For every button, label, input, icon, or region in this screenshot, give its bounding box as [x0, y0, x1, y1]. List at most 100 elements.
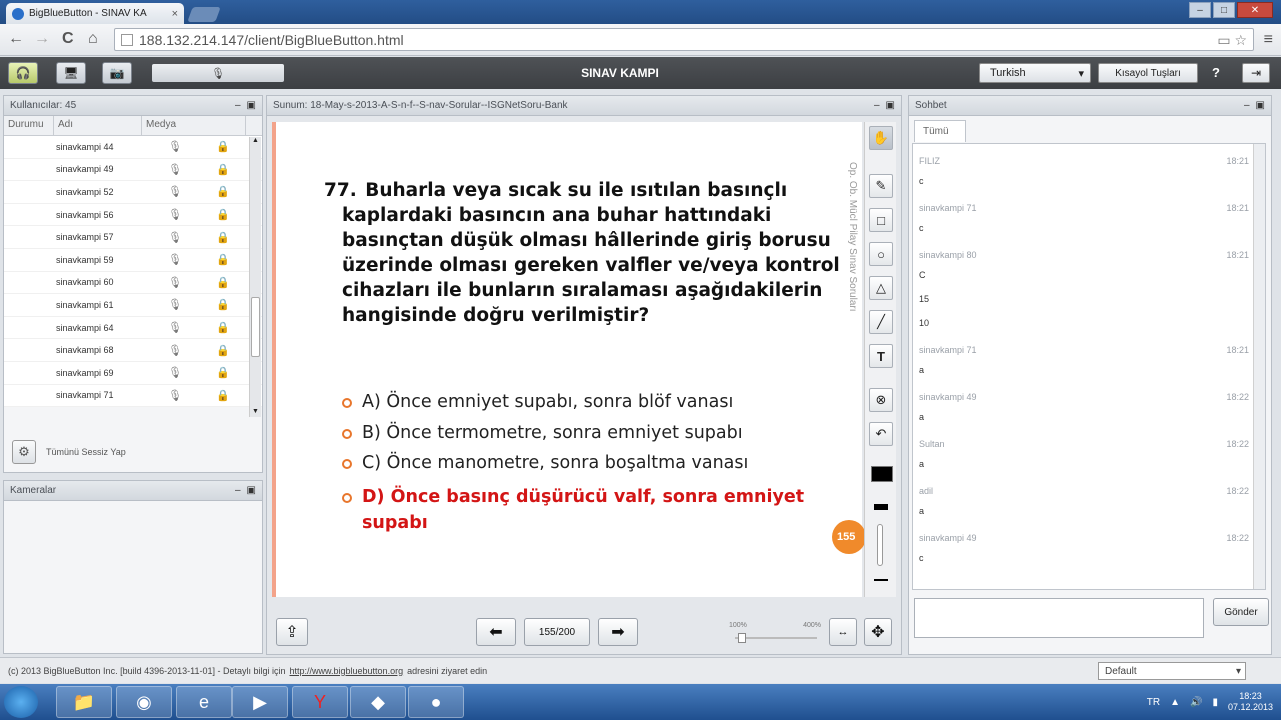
scrollbar-thumb[interactable]	[251, 297, 260, 357]
headset-button[interactable]: 🎧	[8, 62, 38, 84]
user-row[interactable]: sinavkampi 60 🎙 🔒	[4, 271, 262, 295]
presentation-slide[interactable]: 77. Buharla veya sıcak su ile ısıtılan b…	[272, 122, 862, 597]
pencil-tool[interactable]: ✎	[869, 174, 893, 198]
language-select[interactable]: Turkish ▾	[979, 63, 1091, 83]
maximize-icon[interactable]: ▣	[886, 100, 895, 111]
pan-tool[interactable]: ✋	[869, 126, 893, 150]
mute-all-label[interactable]: Tümünü Sessiz Yap	[46, 447, 126, 457]
close-window-button[interactable]: ✕	[1237, 2, 1273, 18]
lock-icon[interactable]: 🔒	[216, 389, 230, 402]
zoom-slider[interactable]	[735, 637, 817, 639]
chat-input[interactable]	[914, 598, 1204, 638]
ellipse-tool[interactable]: ○	[869, 242, 893, 266]
fit-page-button[interactable]: ✥	[864, 618, 892, 646]
zoom-slider-thumb[interactable]	[738, 633, 746, 643]
yandex-task[interactable]: Y	[292, 686, 348, 718]
lock-icon[interactable]: 🔒	[216, 253, 230, 266]
volume-icon[interactable]: 🔊	[1190, 697, 1202, 708]
lock-icon[interactable]: 🔒	[216, 344, 230, 357]
reload-icon[interactable]: C	[62, 30, 74, 48]
col-media[interactable]: Medya	[142, 116, 246, 135]
new-tab-button[interactable]	[187, 7, 221, 22]
user-row[interactable]: sinavkampi 64 🎙 🔒	[4, 316, 262, 340]
user-row[interactable]: sinavkampi 57 🎙 🔒	[4, 226, 262, 249]
previous-slide-button[interactable]: ⬅	[476, 618, 516, 646]
ie-task[interactable]: e	[176, 686, 232, 718]
microphone-icon[interactable]: 🎙	[168, 208, 182, 221]
clock[interactable]: 18:23 07.12.2013	[1228, 691, 1273, 713]
home-icon[interactable]: ⌂	[88, 30, 98, 48]
chat-scrollbar[interactable]	[1253, 144, 1265, 589]
minimize-icon[interactable]: –	[1244, 100, 1250, 111]
triangle-tool[interactable]: △	[869, 276, 893, 300]
lock-icon[interactable]: 🔒	[216, 366, 230, 379]
fit-width-button[interactable]: ↔	[829, 618, 857, 646]
microphone-icon[interactable]: 🎙	[168, 231, 182, 244]
user-row[interactable]: sinavkampi 52 🎙 🔒	[4, 181, 262, 204]
settings-button[interactable]: ⚙	[12, 440, 36, 464]
microphone-icon[interactable]: 🎙	[168, 321, 182, 334]
col-status[interactable]: Durumu	[4, 116, 54, 135]
recorder-task[interactable]: ●	[408, 686, 464, 718]
color-picker[interactable]	[871, 466, 893, 482]
bbb-website-link[interactable]: http://www.bigbluebutton.org	[290, 666, 404, 676]
minimize-icon[interactable]: –	[235, 485, 241, 496]
users-scrollbar[interactable]: ▲ ▼	[249, 137, 261, 417]
explorer-task[interactable]: 📁	[56, 686, 112, 718]
browser-tab[interactable]: BigBlueButton - SINAV KA ×	[6, 3, 184, 24]
user-row[interactable]: sinavkampi 71 🎙 🔒	[4, 384, 262, 408]
col-name[interactable]: Adı	[54, 116, 142, 135]
text-tool[interactable]: T	[869, 344, 893, 368]
maximize-button[interactable]: □	[1213, 2, 1235, 18]
lock-icon[interactable]: 🔒	[216, 140, 230, 153]
next-slide-button[interactable]: ➡	[598, 618, 638, 646]
maximize-icon[interactable]: ▣	[247, 100, 256, 111]
forward-icon[interactable]: →	[34, 30, 50, 48]
maximize-icon[interactable]: ▣	[247, 485, 256, 496]
logout-button[interactable]: ⇥	[1242, 63, 1270, 83]
user-row[interactable]: sinavkampi 56 🎙 🔒	[4, 203, 262, 227]
close-tab-icon[interactable]: ×	[172, 8, 178, 20]
undo-tool[interactable]: ↶	[869, 422, 893, 446]
clear-tool[interactable]: ⊗	[869, 388, 893, 412]
send-button[interactable]: Gönder	[1213, 598, 1269, 626]
minimize-icon[interactable]: –	[874, 100, 880, 111]
address-bar[interactable]: 188.132.214.147/client/BigBlueButton.htm…	[114, 28, 1254, 51]
rectangle-tool[interactable]: □	[869, 208, 893, 232]
microphone-icon[interactable]: 🎙	[168, 366, 182, 379]
lock-icon[interactable]: 🔒	[216, 185, 230, 198]
lock-icon[interactable]: 🔒	[216, 298, 230, 311]
user-row[interactable]: sinavkampi 68 🎙 🔒	[4, 339, 262, 362]
tray-arrow-icon[interactable]: ▲	[1170, 697, 1180, 708]
thickness-slider[interactable]	[877, 524, 883, 566]
microphone-icon[interactable]: 🎙	[168, 389, 182, 402]
mic-level-bar[interactable]: 🎙	[152, 64, 284, 82]
media-task[interactable]: ▶	[232, 686, 288, 718]
user-row[interactable]: sinavkampi 61 🎙 🔒	[4, 294, 262, 317]
microphone-icon[interactable]: 🎙	[168, 298, 182, 311]
microphone-icon[interactable]: 🎙	[168, 140, 182, 153]
chat-tab-all[interactable]: Tümü	[914, 120, 966, 142]
webcam-button[interactable]: 📷	[102, 62, 132, 84]
lock-icon[interactable]: 🔒	[216, 276, 230, 289]
layout-select[interactable]: Default ▾	[1098, 662, 1246, 680]
user-row[interactable]: sinavkampi 49 🎙 🔒	[4, 158, 262, 182]
line-tool[interactable]: ╱	[869, 310, 893, 334]
back-icon[interactable]: ←	[8, 30, 24, 48]
chrome-task[interactable]: ◉	[116, 686, 172, 718]
language-indicator[interactable]: TR	[1147, 697, 1160, 708]
page-indicator[interactable]: 155/200	[524, 618, 590, 646]
lock-icon[interactable]: 🔒	[216, 208, 230, 221]
microphone-icon[interactable]: 🎙	[168, 253, 182, 266]
minimize-button[interactable]: –	[1189, 2, 1211, 18]
share-desktop-button[interactable]: 🖥	[56, 62, 86, 84]
microphone-icon[interactable]: 🎙	[168, 344, 182, 357]
lock-icon[interactable]: 🔒	[216, 163, 230, 176]
bookmark-star-icon[interactable]: ▭ ☆	[1217, 32, 1247, 49]
lock-icon[interactable]: 🔒	[216, 231, 230, 244]
microphone-icon[interactable]: 🎙	[168, 185, 182, 198]
start-button[interactable]	[4, 686, 38, 718]
user-row[interactable]: sinavkampi 59 🎙 🔒	[4, 248, 262, 272]
minimize-icon[interactable]: –	[235, 100, 241, 111]
shortcut-keys-button[interactable]: Kısayol Tuşları	[1098, 63, 1198, 83]
